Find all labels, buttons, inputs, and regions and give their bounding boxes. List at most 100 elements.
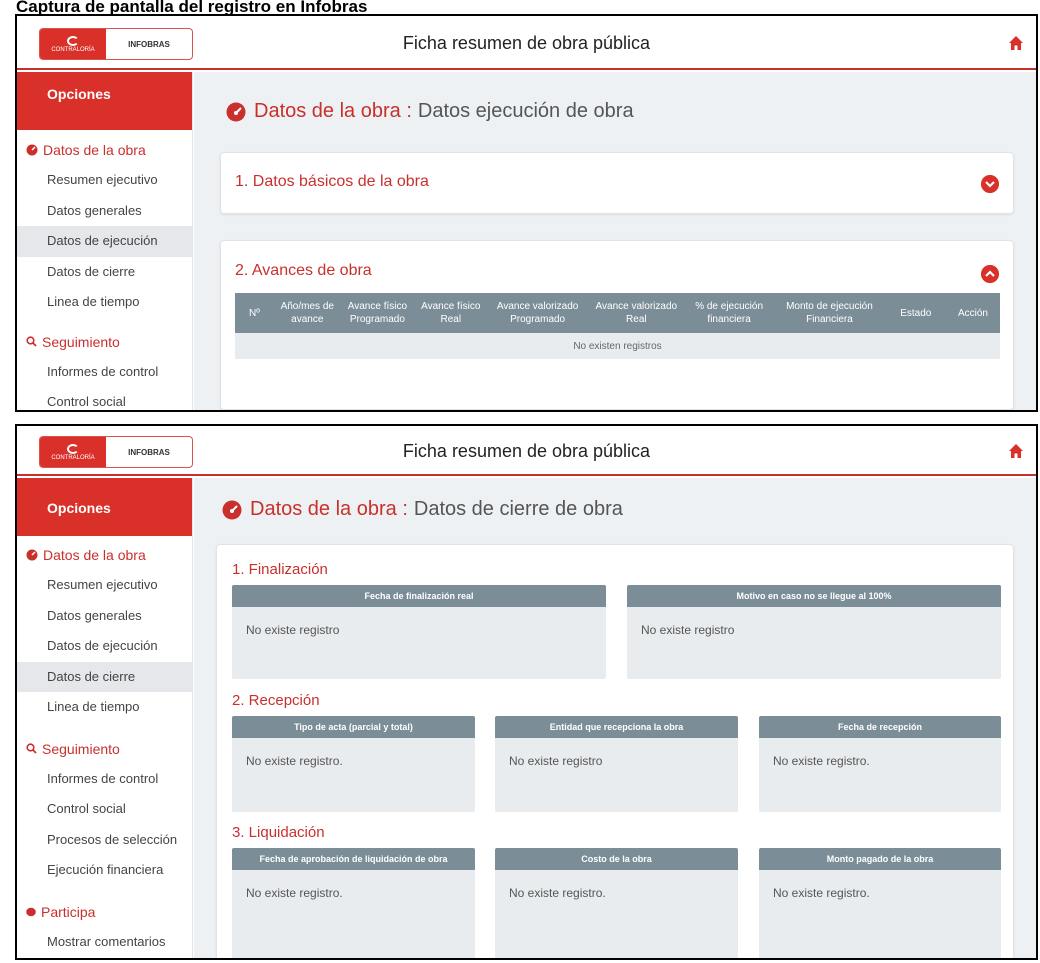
sidebar-item-ejecucion-financiera[interactable]: Ejecución financiera	[17, 855, 192, 886]
sidebar-item-resumen[interactable]: Resumen ejecutivo	[17, 165, 192, 196]
sidebar-item-datos-ejecucion[interactable]: Datos de ejecución	[17, 631, 192, 662]
sidebar-item-datos-generales[interactable]: Datos generales	[17, 196, 192, 227]
box-fecha-liquidacion: Fecha de aprobación de liquidación de ob…	[232, 848, 475, 958]
dashboard-icon	[222, 500, 242, 519]
card-avances-title: 2. Avances de obra	[235, 262, 372, 279]
dashboard-icon	[26, 549, 38, 561]
col-header-text: Acción	[957, 307, 988, 319]
col-header-text: Avance físico	[421, 301, 481, 312]
sidebar-item-resumen[interactable]: Resumen ejecutivo	[17, 570, 192, 601]
sidebar-item-datos-ejecucion[interactable]: Datos de ejecución	[17, 226, 192, 257]
search-icon	[26, 743, 37, 754]
sidebar-item-mostrar-comentarios[interactable]: Mostrar comentarios	[17, 927, 192, 958]
box-header: Motivo en caso no se llegue al 100%	[627, 585, 1001, 607]
box-value: No existe registro.	[509, 886, 606, 900]
chevron-down-icon[interactable]	[981, 175, 999, 193]
chevron-up-icon[interactable]	[981, 265, 999, 283]
home-icon[interactable]	[1008, 35, 1024, 51]
search-icon	[26, 336, 37, 347]
col-header: Avance valorizado Programado	[487, 293, 588, 333]
card-cierre: 1. Finalización Fecha de finalización re…	[216, 544, 1014, 958]
sidebar-item-datos-cierre[interactable]: Datos de cierre	[17, 661, 192, 692]
main-content: Datos de la obra : Datos de cierre de ob…	[194, 478, 1036, 958]
sidebar-item-informes[interactable]: Informes de control	[17, 764, 192, 795]
box-value: No existe registro	[509, 754, 603, 768]
sidebar-section-seguimiento-label: Seguimiento	[42, 740, 120, 757]
box-value: No existe registro.	[773, 886, 870, 900]
box-entidad: Entidad que recepciona la obra No existe…	[495, 716, 738, 812]
card-datos-basicos[interactable]: 1. Datos básicos de la obra	[220, 152, 1014, 214]
col-header-text: financiera	[707, 314, 751, 325]
section-recepcion-title: 2. Recepción	[232, 692, 320, 709]
page-title-sub: Datos de cierre de obra	[413, 498, 623, 520]
empty-row: No existen registros	[235, 333, 1000, 359]
sidebar-section-datos-label: Datos de la obra	[43, 142, 146, 158]
screenshot-cierre: CONTRALORÍA INFOBRAS Ficha resumen de ob…	[15, 424, 1038, 960]
sidebar-item-control-social[interactable]: Control social	[17, 794, 192, 825]
sidebar-opciones-header: Opciones	[17, 72, 192, 130]
sidebar-item-linea-tiempo[interactable]: Linea de tiempo	[17, 692, 192, 723]
main-content: Datos de la obra : Datos ejecución de ob…	[194, 72, 1036, 410]
box-monto-pagado: Monto pagado de la obra No existe regist…	[759, 848, 1001, 958]
sidebar-section-datos[interactable]: Datos de la obra	[17, 135, 192, 165]
sidebar-item-control-social[interactable]: Control social	[17, 387, 192, 410]
sidebar: Opciones Datos de la obra Resumen ejecut…	[17, 72, 193, 410]
page-title-main: Datos de la obra :	[254, 100, 412, 122]
col-header-text: Programado	[510, 314, 566, 325]
col-header: Avance valorizado Real	[587, 293, 685, 333]
table-row: No existen registros	[235, 333, 1000, 359]
sidebar-item-procesos[interactable]: Procesos de selección	[17, 825, 192, 856]
sidebar-section-datos[interactable]: Datos de la obra	[17, 540, 192, 570]
dashboard-icon	[26, 144, 38, 156]
section-liquidacion-title: 3. Liquidación	[232, 824, 325, 841]
section-finalizacion-title: 1. Finalización	[232, 561, 328, 578]
col-header: Estado	[885, 293, 946, 333]
box-value: No existe registro	[641, 623, 735, 637]
col-header-text: Nº	[248, 307, 260, 319]
box-header: Entidad que recepciona la obra	[495, 716, 738, 738]
box-value: No existe registro.	[246, 754, 343, 768]
sidebar-item-datos-generales[interactable]: Datos generales	[17, 601, 192, 632]
col-header-text: Avance valorizado	[595, 301, 678, 312]
sidebar-item-linea-tiempo[interactable]: Linea de tiempo	[17, 287, 192, 318]
box-header: Tipo de acta (parcial y total)	[232, 716, 475, 738]
col-header-text: Avance valorizado	[496, 301, 579, 312]
box-fecha-recepcion: Fecha de recepción No existe registro.	[759, 716, 1001, 812]
col-header: Monto de ejecución Financiera	[773, 293, 886, 333]
col-header: Acción	[945, 293, 1000, 333]
home-icon[interactable]	[1008, 443, 1024, 459]
sidebar-section-seguimiento-label: Seguimiento	[42, 333, 120, 350]
box-header: Costo de la obra	[495, 848, 738, 870]
col-header: % de ejecución financiera	[684, 293, 774, 333]
col-header-text: Avance físico	[347, 301, 408, 312]
sidebar-item-informes[interactable]: Informes de control	[17, 357, 192, 388]
col-header: Año/mes de avance	[273, 293, 341, 333]
sidebar-section-participa[interactable]: Participa	[17, 897, 192, 927]
col-header-text: Real	[626, 314, 647, 325]
box-motivo: Motivo en caso no se llegue al 100% No e…	[627, 585, 1001, 679]
sidebar: Opciones Datos de la obra Resumen ejecut…	[17, 478, 193, 958]
col-header-text: % de ejecución	[695, 301, 764, 312]
sidebar-section-seguimiento[interactable]: Seguimiento	[17, 327, 192, 357]
page-header-title: Ficha resumen de obra pública	[402, 33, 651, 53]
sidebar-item-datos-cierre[interactable]: Datos de cierre	[17, 257, 192, 288]
box-value: No existe registro.	[246, 886, 343, 900]
col-header-text: Estado	[900, 307, 932, 319]
box-header: Fecha de aprobación de liquidación de ob…	[232, 848, 475, 870]
col-header-text: Año/mes de	[280, 301, 334, 312]
page-title: Datos de la obra : Datos de cierre de ob…	[222, 498, 623, 521]
avances-table: Nº Año/mes de avance Avance físico Program…	[235, 293, 1000, 359]
card-avances: 2. Avances de obra Nº Año/mes de avance A…	[220, 240, 1014, 410]
sidebar-section-participa-label: Participa	[41, 903, 96, 920]
box-header: Fecha de finalización real	[232, 585, 606, 607]
col-header: Nº	[235, 293, 274, 333]
box-fecha-finalizacion: Fecha de finalización real No existe reg…	[232, 585, 606, 679]
box-tipo-acta: Tipo de acta (parcial y total) No existe…	[232, 716, 475, 812]
col-header-text: Monto de ejecución	[786, 301, 873, 312]
app-header: CONTRALORÍA INFOBRAS Ficha resumen de ob…	[17, 426, 1036, 476]
box-value: No existe registro.	[773, 754, 870, 768]
page-title-sub: Datos ejecución de obra	[417, 100, 634, 122]
page-title-main: Datos de la obra :	[250, 498, 408, 520]
box-header: Monto pagado de la obra	[759, 848, 1001, 870]
sidebar-section-seguimiento[interactable]: Seguimiento	[17, 734, 192, 764]
